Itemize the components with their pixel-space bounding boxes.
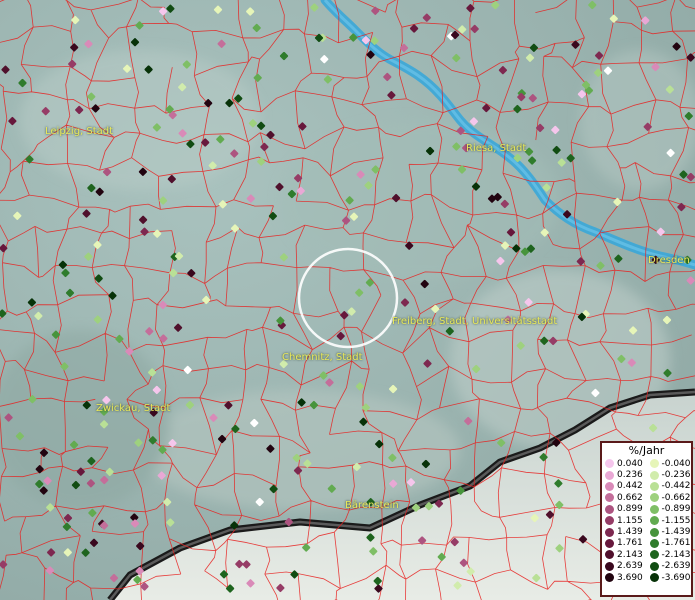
legend-value: 1.761 <box>617 538 643 549</box>
legend-row: 3.690 -3.690 <box>602 572 691 583</box>
legend-swatch <box>605 573 614 583</box>
legend-swatch <box>649 504 659 514</box>
legend-value: 0.236 <box>617 470 643 481</box>
legend-swatch <box>649 538 659 548</box>
legend-rows: 0.040 -0.040 0.236 -0.236 0.442 -0.442 0.662 -0… <box>602 458 691 583</box>
city-label-dresden: Dresden <box>648 255 690 266</box>
city-label-baerenstein: Bärenstein <box>345 500 399 511</box>
legend-value: 0.899 <box>617 504 643 515</box>
legend-swatch <box>649 470 659 480</box>
legend-value: -0.442 <box>661 481 691 492</box>
legend-swatch <box>605 538 614 548</box>
legend-swatch <box>649 573 659 583</box>
legend-value: 0.442 <box>617 481 643 492</box>
legend-entry: -1.155 <box>647 516 692 526</box>
legend-value: -2.639 <box>661 561 691 572</box>
legend-entry: 0.662 <box>602 493 647 503</box>
legend-title: %/Jahr <box>628 444 665 457</box>
legend-value: -1.439 <box>661 527 691 538</box>
legend-entry: 0.040 <box>602 459 647 469</box>
legend-value: -0.040 <box>661 458 691 469</box>
legend-entry: -1.761 <box>647 538 692 548</box>
legend-entry: -0.662 <box>647 493 692 503</box>
legend-row: 1.761 -1.761 <box>602 538 691 549</box>
legend-row: 2.639 -2.639 <box>602 561 691 572</box>
legend-row: 0.442 -0.442 <box>602 481 691 492</box>
legend-swatch <box>605 527 614 537</box>
legend-row: 1.439 -1.439 <box>602 526 691 537</box>
legend-value: -0.899 <box>661 504 691 515</box>
legend-entry: -0.236 <box>647 470 692 480</box>
legend-entry: 1.155 <box>602 516 647 526</box>
legend-entry: 1.439 <box>602 527 647 537</box>
legend-swatch <box>605 504 614 514</box>
legend-swatch <box>605 459 614 469</box>
legend-swatch <box>605 550 614 560</box>
legend-entry: -2.143 <box>647 550 692 560</box>
legend-swatch <box>649 550 659 560</box>
legend-value: -0.236 <box>661 470 691 481</box>
legend-entry: 0.236 <box>602 470 647 480</box>
legend-value: 0.662 <box>617 492 643 503</box>
legend-swatch <box>649 527 659 537</box>
legend-value: 1.155 <box>617 515 643 526</box>
city-label-riesa: Riesa, Stadt <box>466 143 527 154</box>
legend-swatch <box>605 561 614 571</box>
legend-value: -3.690 <box>661 572 691 583</box>
legend-entry: -1.439 <box>647 527 692 537</box>
legend-row: 0.236 -0.236 <box>602 469 691 480</box>
legend-swatch <box>605 481 614 491</box>
legend-swatch <box>649 459 659 469</box>
legend-value: 0.040 <box>617 458 643 469</box>
legend-row: 0.662 -0.662 <box>602 492 691 503</box>
legend-entry: -3.690 <box>647 573 692 583</box>
legend-swatch <box>649 493 659 503</box>
legend-entry: -0.442 <box>647 481 692 491</box>
legend-value: -1.761 <box>661 538 691 549</box>
legend-row: 1.155 -1.155 <box>602 515 691 526</box>
city-label-zwickau: Zwickau, Stadt <box>96 403 171 414</box>
map-view[interactable]: Leipzig, Stadt Riesa, Stadt Dresden Frei… <box>0 0 695 600</box>
legend-value: 3.690 <box>617 572 643 583</box>
legend-value: -0.662 <box>661 492 691 503</box>
legend-value: 1.439 <box>617 527 643 538</box>
legend-entry: 3.690 <box>602 573 647 583</box>
city-label-freiberg: Freiberg, Stadt, Universitätsstadt <box>392 316 558 327</box>
legend-row: 0.040 -0.040 <box>602 458 691 469</box>
city-label-chemnitz: Chemnitz, Stadt <box>282 352 363 363</box>
legend-entry: 2.143 <box>602 550 647 560</box>
legend-value: 2.639 <box>617 561 643 572</box>
legend-entry: -0.899 <box>647 504 692 514</box>
legend-row: 2.143 -2.143 <box>602 549 691 560</box>
legend-entry: 1.761 <box>602 538 647 548</box>
legend-value: 2.143 <box>617 549 643 560</box>
legend-row: 0.899 -0.899 <box>602 504 691 515</box>
legend-swatch <box>605 470 614 480</box>
legend-value: -1.155 <box>661 515 691 526</box>
legend-swatch <box>649 561 659 571</box>
legend-swatch <box>649 516 659 526</box>
legend-entry: 2.639 <box>602 561 647 571</box>
legend-value: -2.143 <box>661 549 691 560</box>
legend-swatch <box>649 481 659 491</box>
legend-entry: 0.442 <box>602 481 647 491</box>
legend-swatch <box>605 493 614 503</box>
city-label-leipzig: Leipzig, Stadt <box>45 126 114 137</box>
legend: %/Jahr 0.040 -0.040 0.236 -0.236 0.442 -0.442… <box>600 441 693 597</box>
legend-entry: 0.899 <box>602 504 647 514</box>
legend-entry: -0.040 <box>647 459 692 469</box>
legend-swatch <box>605 516 614 526</box>
legend-entry: -2.639 <box>647 561 692 571</box>
